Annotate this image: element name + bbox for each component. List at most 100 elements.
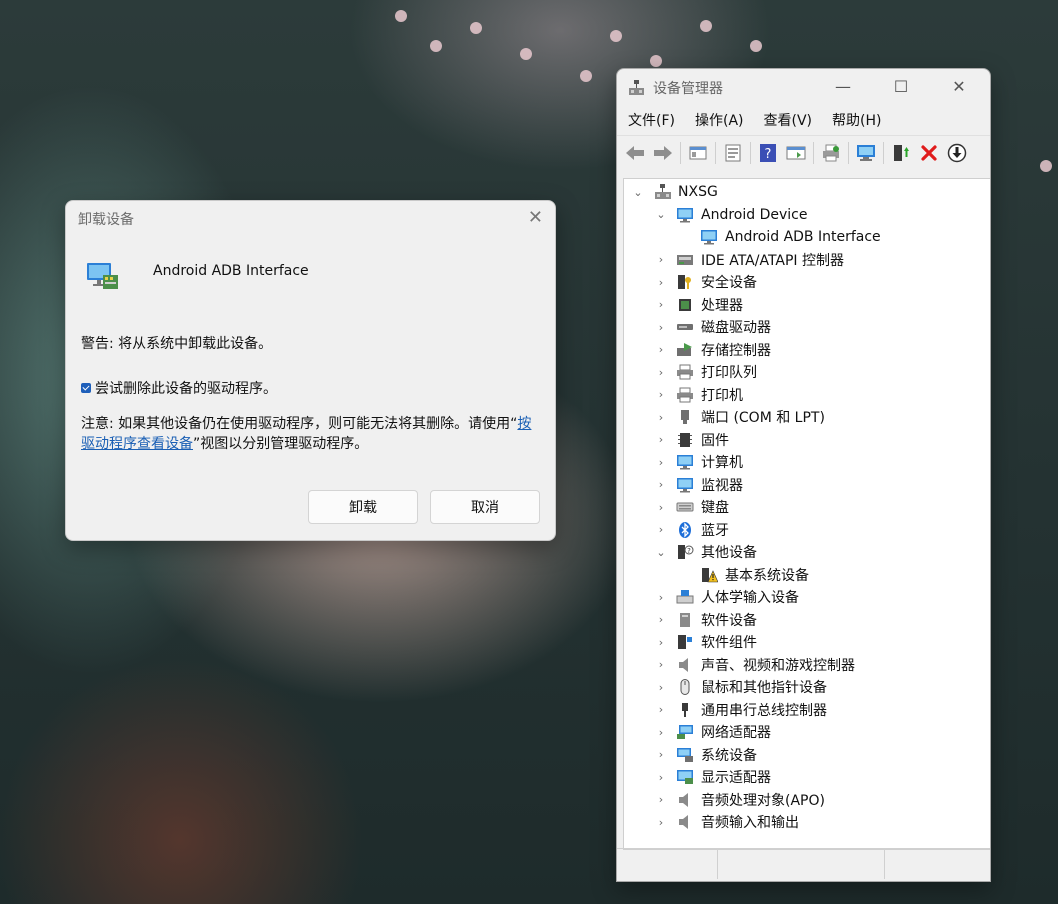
tree-item-label[interactable]: Android ADB Interface bbox=[725, 229, 881, 245]
cancel-button[interactable]: 取消 bbox=[430, 490, 540, 524]
tree-item-label[interactable]: 音频输入和输出 bbox=[701, 812, 799, 832]
tree-item-label[interactable]: 软件设备 bbox=[701, 610, 757, 630]
tree-item-label[interactable]: 系统设备 bbox=[701, 745, 757, 765]
tree-item-label[interactable]: 人体学输入设备 bbox=[701, 587, 799, 607]
delete-driver-checkbox[interactable] bbox=[81, 383, 91, 393]
tree-item-label[interactable]: 声音、视频和游戏控制器 bbox=[701, 655, 855, 675]
tree-item-label[interactable]: 端口 (COM 和 LPT) bbox=[701, 407, 825, 427]
tree-item[interactable]: ⌄ Android Device bbox=[624, 204, 990, 227]
tree-item-label[interactable]: 网络适配器 bbox=[701, 722, 771, 742]
uninstall-button[interactable]: 卸载 bbox=[308, 490, 418, 524]
chevron-right-icon[interactable]: › bbox=[655, 411, 667, 424]
chevron-right-icon[interactable]: › bbox=[655, 658, 667, 671]
menu-view[interactable]: 查看(V) bbox=[753, 107, 822, 135]
tree-item[interactable]: ⌄? 其他设备 bbox=[624, 541, 990, 564]
tree-item[interactable]: › 鼠标和其他指针设备 bbox=[624, 676, 990, 699]
maximize-icon[interactable]: ☐ bbox=[885, 75, 917, 99]
menu-action[interactable]: 操作(A) bbox=[684, 107, 753, 135]
tree-item[interactable]: › 端口 (COM 和 LPT) bbox=[624, 406, 990, 429]
chevron-right-icon[interactable]: › bbox=[655, 771, 667, 784]
tree-item-label[interactable]: 安全设备 bbox=[701, 272, 757, 292]
back-icon[interactable] bbox=[624, 142, 646, 164]
chevron-right-icon[interactable]: › bbox=[655, 433, 667, 446]
tree-item[interactable]: ⌄ NXSG bbox=[624, 181, 990, 204]
tree-item[interactable]: › 软件设备 bbox=[624, 609, 990, 632]
tree-item[interactable]: › 系统设备 bbox=[624, 744, 990, 767]
chevron-right-icon[interactable]: › bbox=[655, 703, 667, 716]
help-icon[interactable]: ? bbox=[757, 142, 779, 164]
tree-item[interactable]: › 通用串行总线控制器 bbox=[624, 699, 990, 722]
chevron-right-icon[interactable]: › bbox=[655, 501, 667, 514]
tree-item[interactable]: › 键盘 bbox=[624, 496, 990, 519]
chevron-right-icon[interactable]: › bbox=[655, 366, 667, 379]
tree-item[interactable]: › 处理器 bbox=[624, 294, 990, 317]
chevron-right-icon[interactable]: › bbox=[655, 276, 667, 289]
tree-item-label[interactable]: 软件组件 bbox=[701, 632, 757, 652]
menu-file[interactable]: 文件(F) bbox=[617, 107, 684, 135]
tree-item[interactable]: › 监视器 bbox=[624, 474, 990, 497]
chevron-right-icon[interactable]: › bbox=[655, 636, 667, 649]
chevron-right-icon[interactable]: › bbox=[655, 726, 667, 739]
tree-item[interactable]: › 音频处理对象(APO) bbox=[624, 789, 990, 812]
tree-item-label[interactable]: 通用串行总线控制器 bbox=[701, 700, 827, 720]
chevron-right-icon[interactable]: › bbox=[655, 748, 667, 761]
tree-item-label[interactable]: 其他设备 bbox=[701, 542, 757, 562]
tree-item-label[interactable]: IDE ATA/ATAPI 控制器 bbox=[701, 250, 844, 270]
tree-item[interactable]: › 网络适配器 bbox=[624, 721, 990, 744]
tree-item[interactable]: › 存储控制器 bbox=[624, 339, 990, 362]
chevron-right-icon[interactable]: › bbox=[655, 478, 667, 491]
tree-item[interactable]: › 打印队列 bbox=[624, 361, 990, 384]
tree-item-label[interactable]: 处理器 bbox=[701, 295, 743, 315]
tree-item[interactable]: › 蓝牙 bbox=[624, 519, 990, 542]
close-icon[interactable]: ✕ bbox=[528, 207, 543, 228]
tree-item[interactable]: › 固件 bbox=[624, 429, 990, 452]
chevron-down-icon[interactable]: ⌄ bbox=[655, 546, 667, 559]
chevron-right-icon[interactable]: › bbox=[655, 321, 667, 334]
tree-item[interactable]: › 声音、视频和游戏控制器 bbox=[624, 654, 990, 677]
chevron-down-icon[interactable]: ⌄ bbox=[655, 208, 667, 221]
title-bar[interactable]: 设备管理器 — ☐ ✕ bbox=[617, 69, 990, 107]
close-icon[interactable]: ✕ bbox=[943, 75, 975, 99]
tree-item-label[interactable]: 音频处理对象(APO) bbox=[701, 790, 825, 810]
chevron-right-icon[interactable]: › bbox=[655, 343, 667, 356]
tree-item-label[interactable]: 打印队列 bbox=[701, 362, 757, 382]
tree-item-label[interactable]: 固件 bbox=[701, 430, 729, 450]
tree-item[interactable]: › 磁盘驱动器 bbox=[624, 316, 990, 339]
tree-item-label[interactable]: 打印机 bbox=[701, 385, 743, 405]
tree-item-label[interactable]: 蓝牙 bbox=[701, 520, 729, 540]
tree-item-label[interactable]: 基本系统设备 bbox=[725, 565, 809, 585]
scan-hardware-icon[interactable] bbox=[855, 142, 877, 164]
view-icon[interactable] bbox=[785, 142, 807, 164]
chevron-right-icon[interactable]: › bbox=[655, 793, 667, 806]
tree-item[interactable]: › 音频输入和输出 bbox=[624, 811, 990, 834]
print-icon[interactable] bbox=[820, 142, 842, 164]
chevron-right-icon[interactable]: › bbox=[655, 298, 667, 311]
device-tree[interactable]: ⌄ NXSG ⌄ Android Device Android ADB Interfac… bbox=[623, 178, 990, 850]
forward-icon[interactable] bbox=[652, 142, 674, 164]
chevron-right-icon[interactable]: › bbox=[655, 613, 667, 626]
chevron-right-icon[interactable]: › bbox=[655, 591, 667, 604]
tree-item[interactable]: › 显示适配器 bbox=[624, 766, 990, 789]
tree-item-label[interactable]: Android Device bbox=[701, 207, 807, 223]
tree-item-label[interactable]: 键盘 bbox=[701, 497, 729, 517]
tree-item-label[interactable]: 鼠标和其他指针设备 bbox=[701, 677, 827, 697]
chevron-right-icon[interactable]: › bbox=[655, 681, 667, 694]
tree-item[interactable]: › 软件组件 bbox=[624, 631, 990, 654]
tree-item[interactable]: › 计算机 bbox=[624, 451, 990, 474]
chevron-down-icon[interactable]: ⌄ bbox=[632, 186, 644, 199]
delete-driver-checkbox-label[interactable]: 尝试删除此设备的驱动程序。 bbox=[95, 378, 277, 398]
properties-icon[interactable] bbox=[722, 142, 744, 164]
chevron-right-icon[interactable]: › bbox=[655, 253, 667, 266]
download-icon[interactable] bbox=[946, 142, 968, 164]
tree-item[interactable]: › 打印机 bbox=[624, 384, 990, 407]
tree-item[interactable]: › 安全设备 bbox=[624, 271, 990, 294]
tree-item-label[interactable]: NXSG bbox=[678, 184, 718, 200]
delete-driver-checkbox-row[interactable]: 尝试删除此设备的驱动程序。 bbox=[81, 378, 277, 398]
tree-item-label[interactable]: 计算机 bbox=[701, 452, 743, 472]
uninstall-icon[interactable] bbox=[918, 142, 940, 164]
chevron-right-icon[interactable]: › bbox=[655, 816, 667, 829]
chevron-right-icon[interactable]: › bbox=[655, 456, 667, 469]
tree-item-label[interactable]: 显示适配器 bbox=[701, 767, 771, 787]
tree-item[interactable]: › IDE ATA/ATAPI 控制器 bbox=[624, 249, 990, 272]
tree-item[interactable]: Android ADB Interface bbox=[624, 226, 990, 249]
